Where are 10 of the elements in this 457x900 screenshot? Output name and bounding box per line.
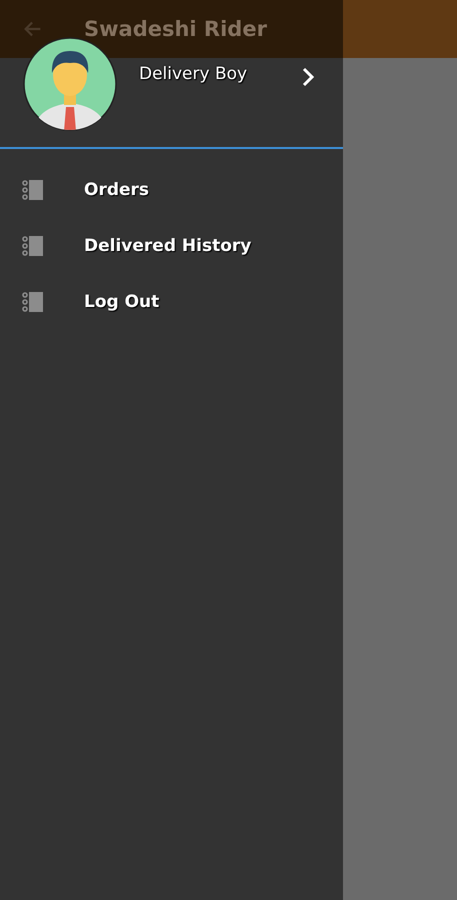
app-title: Swadeshi Rider	[84, 17, 267, 41]
list-icon	[22, 235, 44, 257]
menu-item[interactable]: Log Out	[0, 286, 343, 318]
menu-item[interactable]: Delivered History	[0, 230, 343, 262]
list-icon	[22, 179, 44, 201]
menu-item[interactable]: Orders	[0, 174, 343, 206]
avatar-icon	[23, 37, 117, 131]
user-name: Delivery Boy	[139, 64, 248, 84]
list-icon	[22, 291, 44, 313]
chevron-icon[interactable]	[302, 67, 314, 87]
